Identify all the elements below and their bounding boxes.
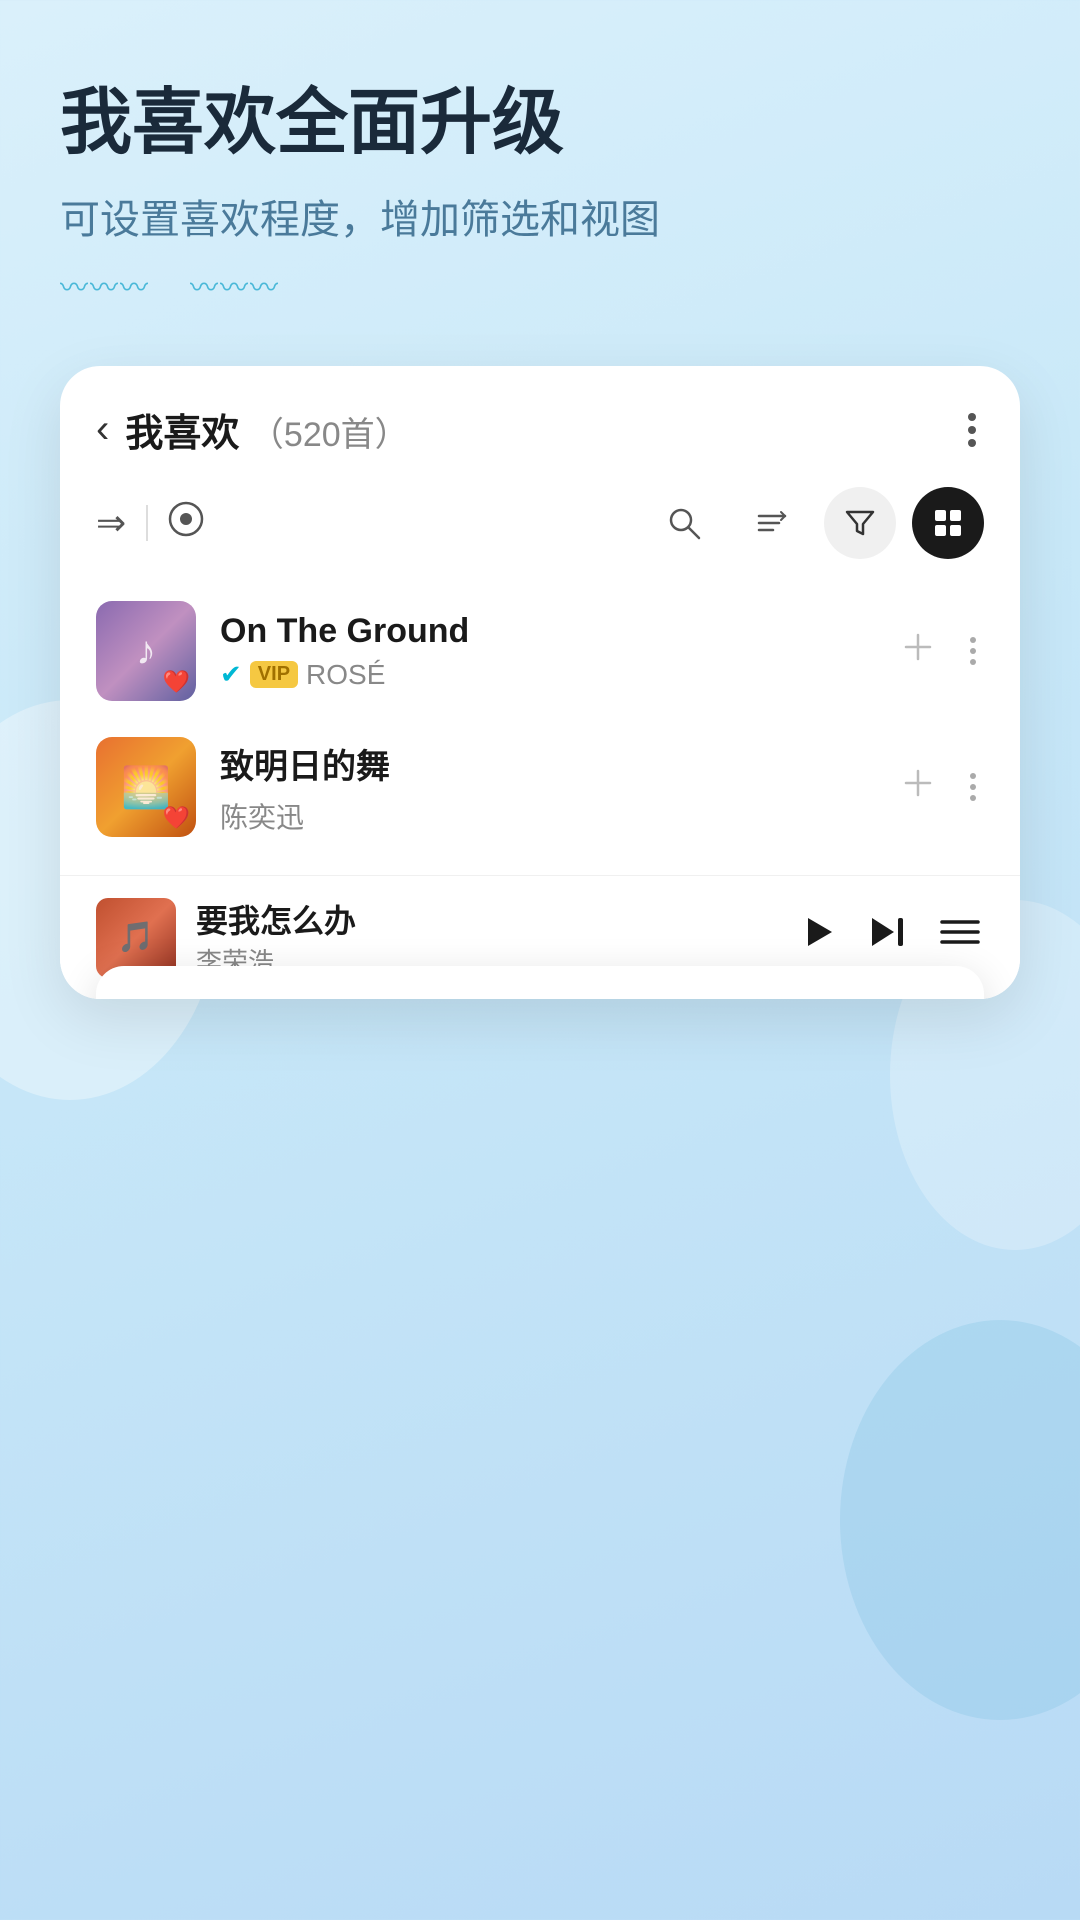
shuffle-button[interactable]: ⇒ xyxy=(96,502,126,544)
song-thumb-2: 🌅 ❤️ xyxy=(96,737,196,837)
vip-badge-1: VIP xyxy=(250,661,298,688)
like-level-popup: ♥ ♥ ♥ 比较喜欢 点击心型图标可改变喜欢程度 ♡ 删除喜欢 确定 xyxy=(96,966,984,999)
more-button[interactable] xyxy=(960,405,984,455)
toolbar-left: ⇒ xyxy=(96,501,624,546)
toolbar: ⇒ xyxy=(60,477,1020,583)
toolbar-divider xyxy=(146,505,148,541)
page-headline: 我喜欢全面升级 xyxy=(60,80,1020,166)
song-title-1: On The Ground xyxy=(220,612,894,651)
song-artist-2: 陈奕迅 xyxy=(220,796,894,836)
playlist-title: 我喜欢 （520首） xyxy=(125,402,960,457)
wave-decoration: 〰〰〰 〰〰〰 xyxy=(60,266,1020,306)
song-item-2[interactable]: 🌅 ❤️ 致明日的舞 陈奕迅 xyxy=(60,719,1020,855)
card-header: ‹ 我喜欢 （520首） xyxy=(60,366,1020,477)
grid-button[interactable] xyxy=(912,487,984,559)
play-order-button[interactable] xyxy=(168,501,204,546)
add-to-next-2[interactable] xyxy=(894,759,942,815)
song-artist-1: ✔ VIP ROSÉ xyxy=(220,659,894,691)
song-thumb-1: ♪ ❤️ xyxy=(96,601,196,701)
more-options-2[interactable] xyxy=(962,765,984,809)
back-button[interactable]: ‹ xyxy=(96,407,109,452)
song-list: ♪ ❤️ On The Ground ✔ VIP ROSÉ xyxy=(60,583,1020,855)
song-actions-2 xyxy=(894,759,984,815)
main-card: ‹ 我喜欢 （520首） ⇒ xyxy=(60,366,1020,999)
song-info-2: 致明日的舞 陈奕迅 xyxy=(220,739,894,836)
page-subtitle: 可设置喜欢程度，增加筛选和视图 xyxy=(60,190,1020,250)
song-info-1: On The Ground ✔ VIP ROSÉ xyxy=(220,612,894,691)
heart-badge-2: ❤️ xyxy=(163,805,190,831)
verified-icon-1: ✔ xyxy=(220,659,242,690)
sort-button[interactable] xyxy=(736,487,808,559)
heart-badge-1: ❤️ xyxy=(163,669,190,695)
search-button[interactable] xyxy=(648,487,720,559)
add-to-next-1[interactable] xyxy=(894,623,942,679)
popup-overlay: ♥ ♥ ♥ 比较喜欢 点击心型图标可改变喜欢程度 ♡ 删除喜欢 确定 xyxy=(60,906,1020,999)
more-options-1[interactable] xyxy=(962,629,984,673)
song-title-2: 致明日的舞 xyxy=(220,739,894,788)
song-actions-1 xyxy=(894,623,984,679)
song-item-1[interactable]: ♪ ❤️ On The Ground ✔ VIP ROSÉ xyxy=(60,583,1020,719)
filter-button[interactable] xyxy=(824,487,896,559)
toolbar-right xyxy=(648,487,984,559)
